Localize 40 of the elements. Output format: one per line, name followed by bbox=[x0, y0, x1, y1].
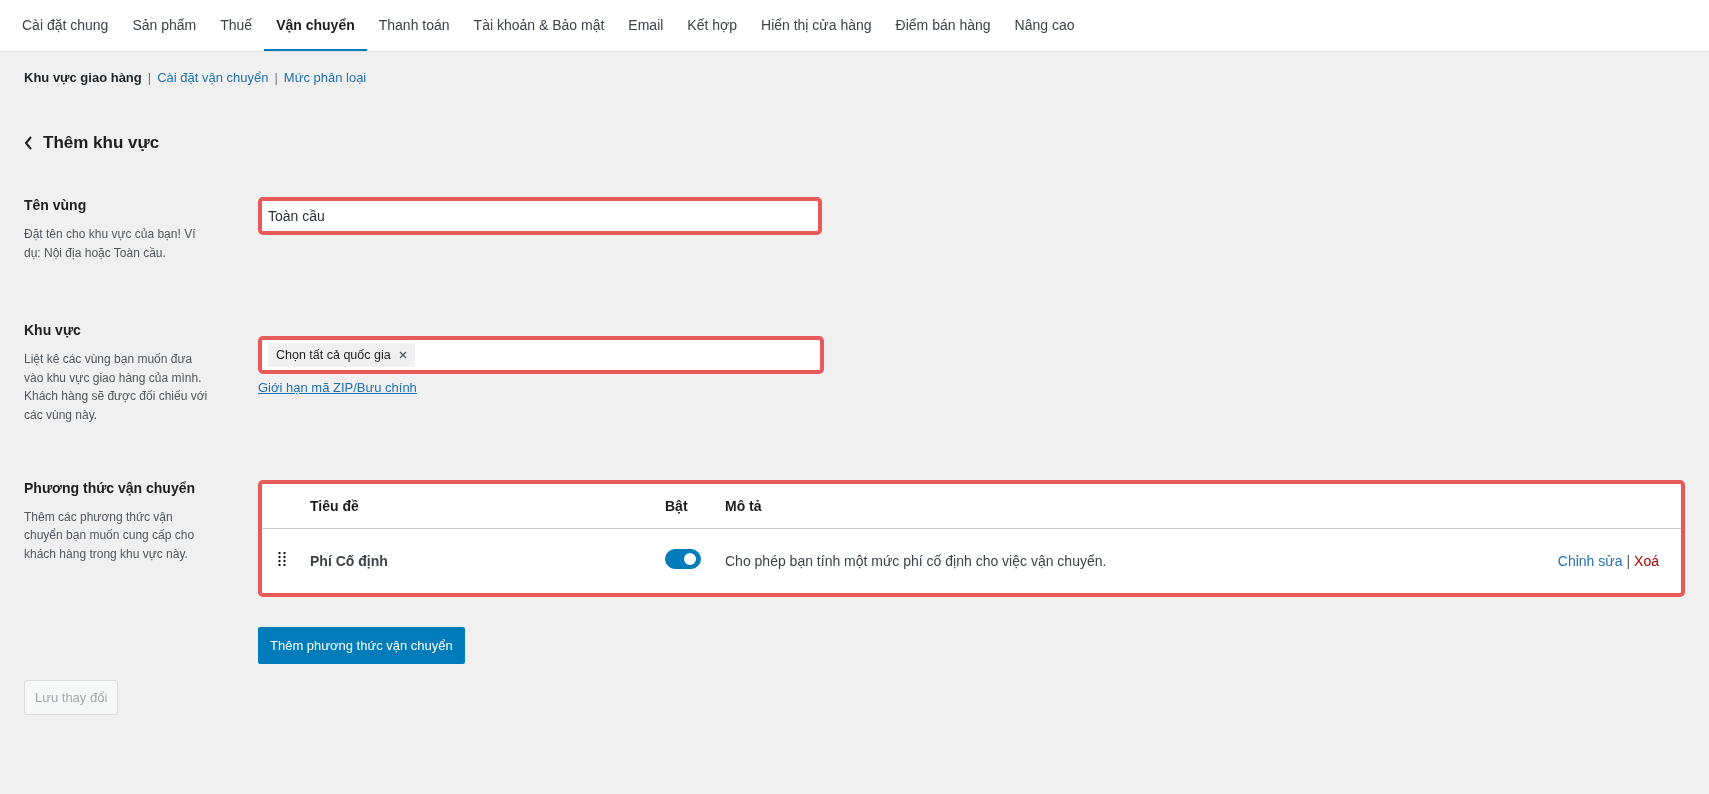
settings-tab[interactable]: Email bbox=[616, 0, 676, 51]
settings-tab[interactable]: Tài khoản & Bảo mật bbox=[461, 0, 617, 51]
edit-link[interactable]: Chỉnh sửa bbox=[1557, 552, 1623, 569]
remove-icon[interactable] bbox=[398, 351, 407, 360]
field-description: Liệt kê các vùng bạn muốn đưa vào khu vực giao hàng của mình. Khách hàng sẽ được đối chiếu với các vùng này. bbox=[24, 351, 209, 424]
link-separator: | bbox=[274, 70, 278, 85]
settings-tab[interactable]: Hiển thị cửa hàng bbox=[749, 0, 884, 51]
add-method-button[interactable]: Thêm phương thức vận chuyển bbox=[258, 626, 465, 664]
link-separator: | bbox=[147, 70, 152, 85]
subsection-link[interactable]: Cài đặt vận chuyển bbox=[157, 70, 269, 85]
page-heading: Thêm khu vực bbox=[43, 133, 160, 153]
field-description: Đặt tên cho khu vực của bạn! Ví dụ: Nội địa hoặc Toàn cầu. bbox=[24, 226, 197, 262]
field-description: Thêm các phương thức vận chuyển bạn muốn cung cấp cho khách hàng trong khu vực này. bbox=[24, 508, 196, 563]
settings-tab[interactable]: Thuế bbox=[208, 0, 265, 51]
settings-tab[interactable]: Sản phẩm bbox=[120, 0, 209, 51]
column-header: Tiêu đề bbox=[310, 497, 360, 514]
token-label: Chọn tất cả quốc gia bbox=[276, 348, 391, 363]
drag-handle-icon[interactable] bbox=[278, 552, 286, 567]
method-title: Phí Cố định bbox=[310, 552, 389, 569]
postcode-limit-link[interactable]: Giới hạn mã ZIP/Bưu chính bbox=[258, 380, 1685, 396]
enabled-toggle[interactable] bbox=[665, 549, 701, 570]
method-description: Cho phép bạn tính một mức phí cố định cho việc vận chuyển. bbox=[725, 552, 1108, 569]
settings-tab[interactable]: Vận chuyển bbox=[264, 0, 367, 51]
zone-name-input[interactable]: Toàn cầu bbox=[258, 197, 822, 235]
field-label: Khu vực bbox=[24, 322, 82, 339]
field-label: Tên vùng bbox=[24, 197, 88, 213]
settings-tab[interactable]: Cài đặt chung bbox=[10, 0, 121, 51]
settings-tab[interactable]: Nâng cao bbox=[1002, 0, 1087, 51]
settings-tab[interactable]: Thanh toán bbox=[366, 0, 462, 51]
subsection-link[interactable]: Mức phân loại bbox=[283, 70, 367, 85]
column-header: Mô tả bbox=[725, 497, 763, 514]
subsection-link[interactable]: Khu vực giao hàng bbox=[24, 70, 142, 85]
delete-link[interactable]: Xoá bbox=[1634, 552, 1659, 569]
column-header: Bật bbox=[665, 497, 689, 514]
field-label: Phương thức vận chuyển bbox=[24, 479, 197, 496]
settings-tab[interactable]: Điểm bán hàng bbox=[883, 0, 1003, 51]
settings-tab[interactable]: Kết hợp bbox=[675, 0, 749, 51]
region-select-field[interactable]: Chọn tất cả quốc gia bbox=[258, 336, 824, 375]
back-chevron-icon[interactable] bbox=[24, 136, 33, 150]
link-separator: | bbox=[1626, 552, 1631, 569]
